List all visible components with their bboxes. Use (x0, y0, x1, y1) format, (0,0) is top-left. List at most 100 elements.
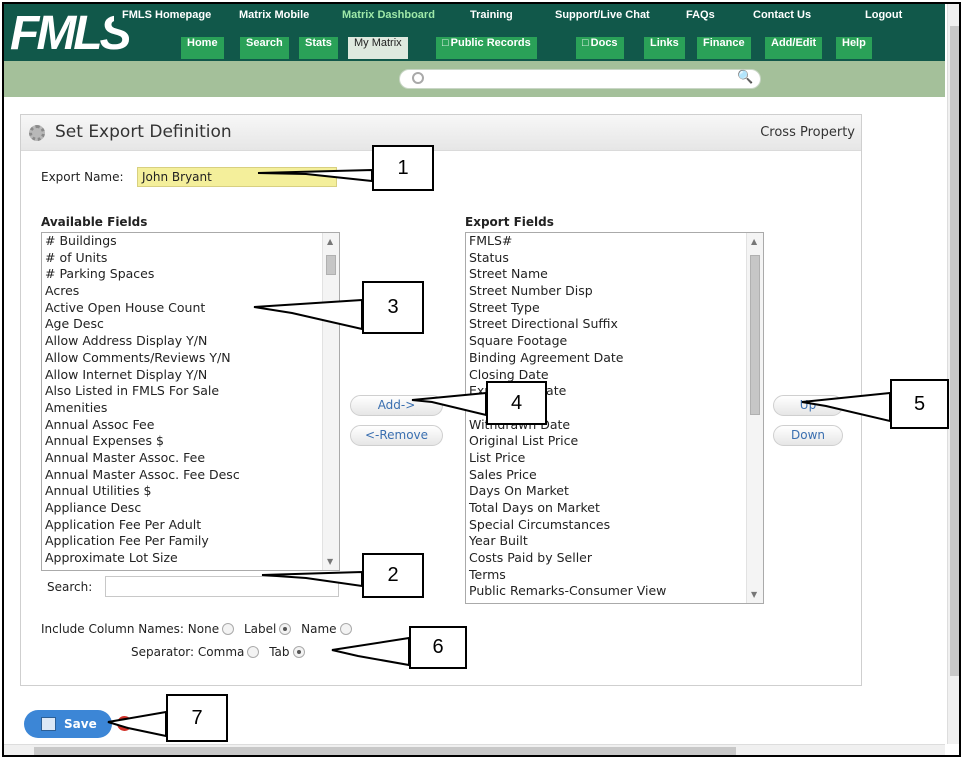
list-item[interactable]: # Parking Spaces (42, 266, 339, 283)
tab-label: Stats (305, 37, 332, 49)
tab-docs[interactable]: □ Docs (576, 37, 624, 59)
list-item[interactable]: Status (466, 250, 763, 267)
list-item[interactable]: Binding Agreement Date (466, 350, 763, 367)
nav-training[interactable]: Training (470, 9, 513, 21)
tab-my-matrix[interactable]: My Matrix (348, 37, 408, 59)
cancel-icon[interactable] (117, 716, 132, 731)
remove-button[interactable]: <-Remove (350, 425, 443, 446)
radio-label[interactable] (279, 623, 292, 635)
callout-5: 5 (890, 379, 949, 429)
list-item[interactable]: Square Footage (466, 333, 763, 350)
list-item[interactable]: Total Days on Market (466, 500, 763, 517)
search-icon[interactable]: 🔍 (737, 70, 753, 85)
list-item[interactable]: FMLS# (466, 233, 763, 250)
radio-name[interactable] (339, 623, 352, 635)
radio-comma[interactable] (247, 646, 260, 658)
page-horizontal-scroll-thumb[interactable] (34, 747, 736, 755)
list-item[interactable]: Year Built (466, 533, 763, 550)
list-item[interactable]: Days On Market (466, 483, 763, 500)
nav-support-live-chat[interactable]: Support/Live Chat (555, 9, 650, 21)
list-item[interactable]: Street Type (466, 300, 763, 317)
available-fields-heading: Available Fields (41, 215, 148, 229)
scroll-down-icon[interactable]: ▼ (751, 590, 757, 599)
export-name-label: Export Name: (41, 170, 124, 184)
add-button[interactable]: Add-> (350, 395, 443, 416)
scroll-up-icon[interactable]: ▲ (751, 237, 757, 246)
tab-public-records[interactable]: □ Public Records (436, 37, 537, 59)
list-item[interactable]: Approximate Lot Size (42, 550, 339, 567)
radio-tab[interactable] (292, 646, 305, 658)
list-item[interactable]: Age Desc (42, 316, 339, 333)
site-header: FMLS FMLS Homepage Matrix Mobile Matrix … (4, 4, 945, 97)
list-item[interactable]: Amenities (42, 400, 339, 417)
nav-fmls-homepage[interactable]: FMLS Homepage (122, 9, 211, 21)
tab-finance[interactable]: Finance (697, 37, 751, 59)
list-item[interactable]: # Buildings (42, 233, 339, 250)
floppy-disk-icon (41, 717, 56, 731)
list-item[interactable]: Application Fee Per Adult (42, 517, 339, 534)
list-item[interactable]: Sales Price (466, 467, 763, 484)
scroll-thumb[interactable] (326, 255, 336, 275)
nav-matrix-dashboard[interactable]: Matrix Dashboard (342, 9, 435, 21)
search-type-icon[interactable] (412, 72, 424, 84)
tab-label: Help (842, 37, 866, 49)
export-name-input[interactable]: John Bryant (137, 167, 337, 187)
available-fields-list[interactable]: # Buildings # of Units # Parking Spaces Acr… (41, 232, 340, 571)
list-item[interactable]: Application Fee Per Family (42, 533, 339, 550)
list-item[interactable]: Annual Expenses $ (42, 433, 339, 450)
list-item[interactable]: Annual Utilities $ (42, 483, 339, 500)
tab-search[interactable]: Search (240, 37, 289, 59)
list-item[interactable]: Special Circumstances (466, 517, 763, 534)
list-item[interactable]: Original List Price (466, 433, 763, 450)
page-vertical-scroll-thumb[interactable] (950, 26, 959, 676)
logo-text: FMLS (10, 7, 132, 60)
up-button[interactable]: Up (773, 395, 843, 416)
radio-none[interactable] (222, 623, 235, 635)
scroll-up-icon[interactable]: ▲ (327, 237, 333, 246)
list-item[interactable]: # of Units (42, 250, 339, 267)
tab-help[interactable]: Help (836, 37, 872, 59)
list-item[interactable]: Public Remarks-Consumer View (466, 583, 763, 600)
nav-matrix-mobile[interactable]: Matrix Mobile (239, 9, 309, 21)
nav-faqs[interactable]: FAQs (686, 9, 715, 21)
list-item[interactable]: Appliance Desc (42, 500, 339, 517)
field-search-input[interactable] (105, 576, 339, 597)
list-item[interactable]: Allow Internet Display Y/N (42, 367, 339, 384)
list-item[interactable]: Annual Assoc Fee (42, 417, 339, 434)
list-item[interactable]: Costs Paid by Seller (466, 550, 763, 567)
list-item[interactable]: Active Open House Count (42, 300, 339, 317)
scroll-thumb[interactable] (750, 255, 760, 415)
list-item[interactable]: Also Listed in FMLS For Sale (42, 383, 339, 400)
tab-label: Public Records (450, 37, 531, 49)
option-name-label: Name (301, 622, 337, 636)
list-item[interactable]: Street Name (466, 266, 763, 283)
save-button[interactable]: Save (24, 710, 112, 738)
tab-home[interactable]: Home (181, 37, 224, 59)
callout-4: 4 (486, 381, 547, 425)
scroll-down-icon[interactable]: ▼ (327, 557, 333, 566)
nav-contact-us[interactable]: Contact Us (753, 9, 811, 21)
callout-7: 7 (166, 694, 228, 742)
nav-logout[interactable]: Logout (865, 9, 902, 21)
tab-links[interactable]: Links (644, 37, 685, 59)
search-type-label: Cross Property (760, 125, 855, 140)
list-item[interactable]: Allow Comments/Reviews Y/N (42, 350, 339, 367)
list-item[interactable]: Street Number Disp (466, 283, 763, 300)
tab-stats[interactable]: Stats (299, 37, 338, 59)
global-search-input[interactable] (399, 69, 761, 89)
tab-label: Links (650, 37, 679, 49)
list-item[interactable]: Acres (42, 283, 339, 300)
external-doc-icon: □ (582, 37, 589, 49)
down-button[interactable]: Down (773, 425, 843, 446)
list-item[interactable]: Street Directional Suffix (466, 316, 763, 333)
list-item[interactable]: Annual Master Assoc. Fee (42, 450, 339, 467)
panel-header: Set Export Definition Cross Property (21, 115, 861, 151)
list-item[interactable]: Annual Master Assoc. Fee Desc (42, 467, 339, 484)
separator-label: Separator: (131, 645, 195, 659)
list-item[interactable]: Terms (466, 567, 763, 584)
tab-add-edit[interactable]: Add/Edit (765, 37, 823, 59)
list-item[interactable]: Allow Address Display Y/N (42, 333, 339, 350)
available-fields-scrollbar[interactable]: ▲ ▼ (322, 233, 339, 570)
list-item[interactable]: List Price (466, 450, 763, 467)
export-fields-scrollbar[interactable]: ▲ ▼ (746, 233, 763, 603)
